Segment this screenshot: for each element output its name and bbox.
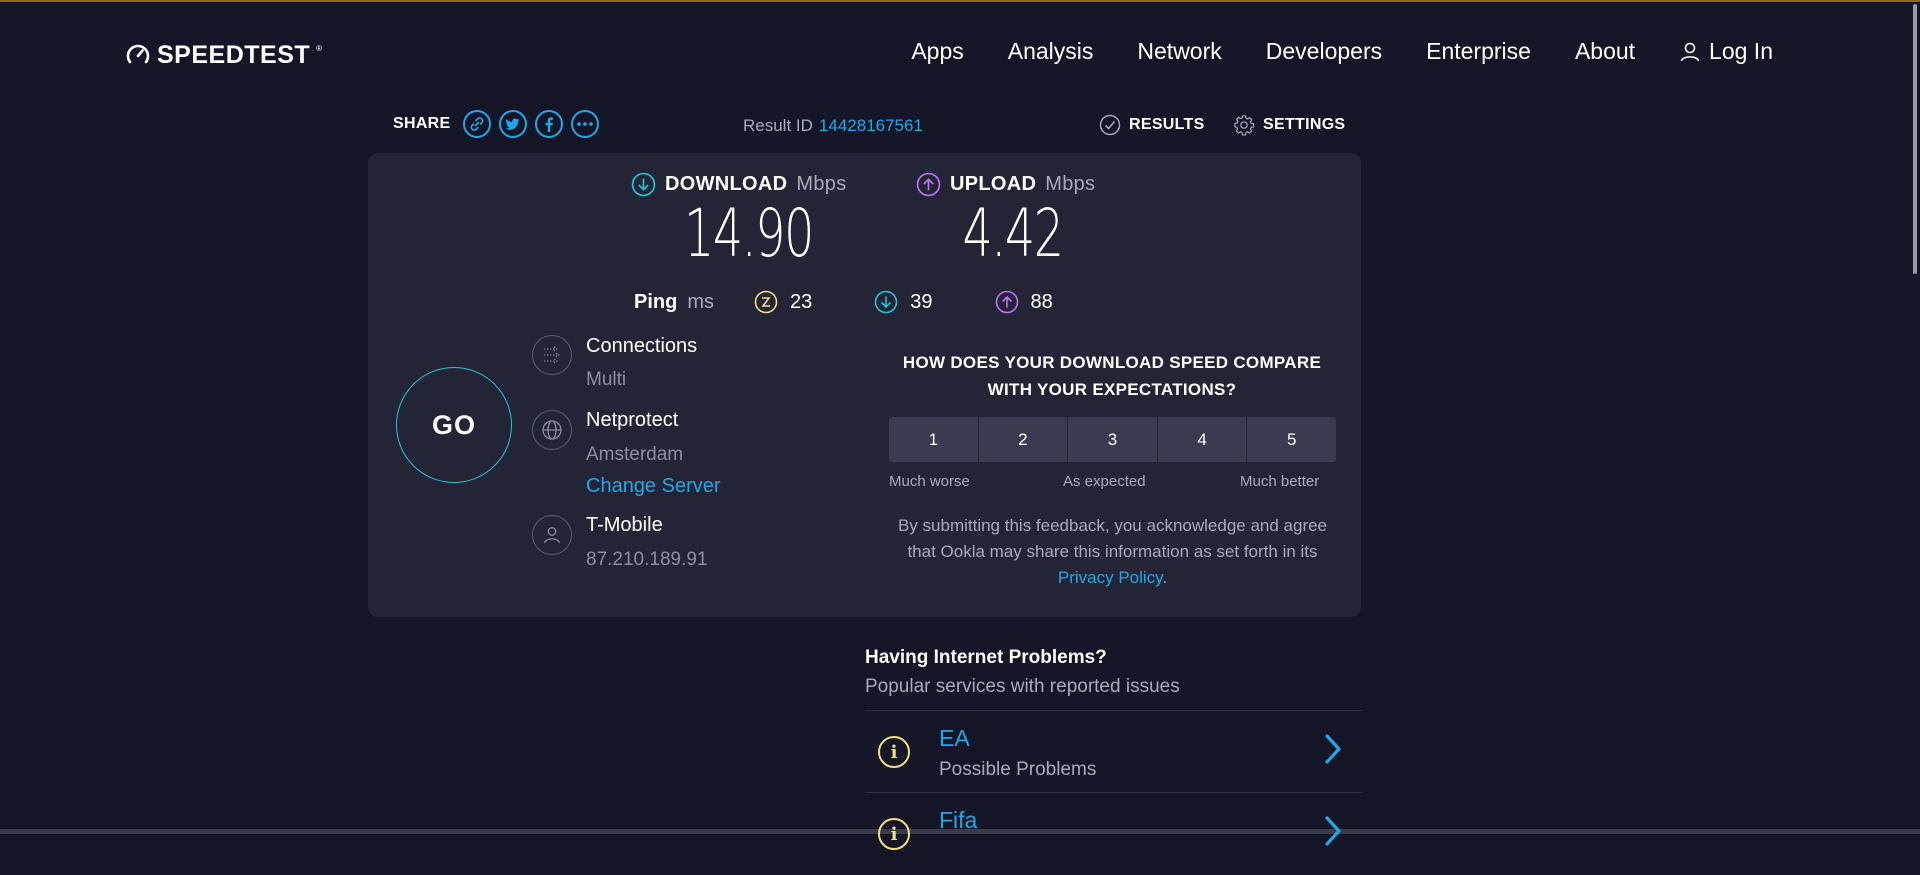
- share-label: SHARE: [393, 115, 451, 132]
- logo-trademark: ®: [316, 44, 323, 53]
- scale-high-label: Much better: [1240, 473, 1320, 490]
- ping-upload-value: 88: [1030, 290, 1053, 313]
- rating-scale: 1 2 3 4 5: [889, 417, 1336, 462]
- upload-header: UPLOAD Mbps: [916, 172, 1095, 197]
- problem-status: Possible Problems: [939, 759, 1097, 780]
- ping-download-value: 39: [910, 290, 933, 313]
- upload-value: 4.42: [962, 195, 1063, 272]
- top-border: [0, 0, 1920, 2]
- main-nav: Apps Analysis Network Developers Enterpr…: [911, 38, 1773, 65]
- nav-network[interactable]: Network: [1137, 38, 1221, 65]
- ping-idle-value: 23: [790, 290, 813, 313]
- connections-title: Connections: [586, 335, 698, 357]
- rating-option-1[interactable]: 1: [889, 417, 978, 462]
- twitter-icon[interactable]: [498, 110, 527, 138]
- upload-unit: Mbps: [1045, 173, 1096, 195]
- download-header: DOWNLOAD Mbps: [631, 172, 847, 197]
- settings-button[interactable]: SETTINGS: [1233, 114, 1345, 136]
- info-icon: i: [878, 818, 910, 850]
- feedback-question-line2: WITH YOUR EXPECTATIONS?: [987, 380, 1237, 399]
- login-label: Log In: [1709, 38, 1773, 64]
- privacy-policy-link[interactable]: Privacy Policy: [1058, 568, 1163, 587]
- settings-label: SETTINGS: [1263, 116, 1346, 133]
- ping-row: Ping ms 23 39 88: [634, 290, 1115, 314]
- ping-upload: 88: [995, 290, 1053, 314]
- problem-item[interactable]: i EA Possible Problems: [865, 710, 1362, 793]
- connections-icon: [532, 335, 572, 375]
- rating-option-2[interactable]: 2: [978, 417, 1068, 462]
- rating-option-3[interactable]: 3: [1068, 417, 1157, 462]
- login-link[interactable]: Log In: [1679, 38, 1773, 65]
- change-server-link[interactable]: Change Server: [586, 475, 721, 498]
- nav-about[interactable]: About: [1575, 38, 1635, 65]
- nav-developers[interactable]: Developers: [1266, 38, 1382, 65]
- latency-icon: [754, 290, 778, 314]
- person-icon: [532, 515, 572, 555]
- scale-mid-label: As expected: [1063, 473, 1146, 490]
- ping-unit: ms: [687, 290, 715, 313]
- go-button[interactable]: GO: [396, 367, 512, 483]
- download-unit: Mbps: [796, 173, 847, 195]
- gear-icon: [1234, 115, 1255, 136]
- server-title: Netprotect: [586, 409, 679, 431]
- speedtest-logo[interactable]: SPEEDTEST ®: [125, 40, 322, 70]
- connections-value: Multi: [586, 369, 627, 390]
- download-value: 14.90: [684, 195, 814, 272]
- isp-title: T-Mobile: [586, 514, 663, 536]
- feedback-question: HOW DOES YOUR DOWNLOAD SPEED COMPARE WIT…: [890, 349, 1334, 403]
- result-id-label: Result ID: [743, 116, 813, 135]
- facebook-icon[interactable]: [534, 110, 563, 138]
- scale-low-label: Much worse: [889, 473, 970, 490]
- user-icon: [1680, 42, 1700, 61]
- download-arrow-icon: [874, 290, 898, 314]
- nav-apps[interactable]: Apps: [911, 38, 963, 65]
- download-arrow-icon: [631, 172, 656, 197]
- problem-service-name: Fifa: [939, 807, 978, 833]
- isp-ip: 87.210.189.91: [586, 549, 708, 570]
- feedback-disclaimer: By submitting this feedback, you acknowl…: [889, 513, 1336, 591]
- share-bar: SHARE: [393, 110, 599, 138]
- info-icon: i: [878, 736, 910, 768]
- chevron-right-icon: [1325, 816, 1341, 846]
- nav-analysis[interactable]: Analysis: [1008, 38, 1094, 65]
- problems-title: Having Internet Problems?: [865, 647, 1107, 668]
- result-id: Result ID 14428167561: [743, 116, 923, 136]
- results-button[interactable]: RESULTS: [1099, 114, 1205, 136]
- results-label: RESULTS: [1129, 116, 1205, 133]
- result-id-value[interactable]: 14428167561: [819, 116, 923, 135]
- scrollbar[interactable]: [1908, 2, 1920, 829]
- gauge-icon: [126, 44, 150, 64]
- problem-service-name: EA: [939, 725, 970, 751]
- globe-icon: [532, 410, 572, 450]
- more-icon[interactable]: [570, 110, 599, 138]
- ping-label: Ping: [634, 290, 678, 313]
- logo-text: SPEEDTEST: [157, 40, 311, 69]
- nav-enterprise[interactable]: Enterprise: [1426, 38, 1531, 65]
- rating-option-4[interactable]: 4: [1157, 417, 1247, 462]
- rating-option-5[interactable]: 5: [1247, 417, 1336, 462]
- server-location: Amsterdam: [586, 444, 684, 465]
- feedback-question-line1: HOW DOES YOUR DOWNLOAD SPEED COMPARE: [902, 353, 1322, 372]
- problems-subtitle: Popular services with reported issues: [865, 676, 1180, 697]
- ping-download: 39: [874, 290, 933, 314]
- chevron-right-icon: [1325, 734, 1341, 764]
- upload-arrow-icon: [995, 290, 1018, 314]
- link-icon[interactable]: [462, 110, 491, 138]
- upload-label: UPLOAD: [950, 173, 1037, 195]
- scrollbar-thumb[interactable]: [1913, 4, 1917, 274]
- disclaimer-text: By submitting this feedback, you acknowl…: [897, 516, 1328, 561]
- check-circle-icon: [1099, 114, 1121, 136]
- download-label: DOWNLOAD: [665, 173, 788, 195]
- disclaimer-period: .: [1162, 568, 1168, 587]
- ping-idle: 23: [754, 290, 812, 314]
- upload-arrow-icon: [916, 172, 941, 197]
